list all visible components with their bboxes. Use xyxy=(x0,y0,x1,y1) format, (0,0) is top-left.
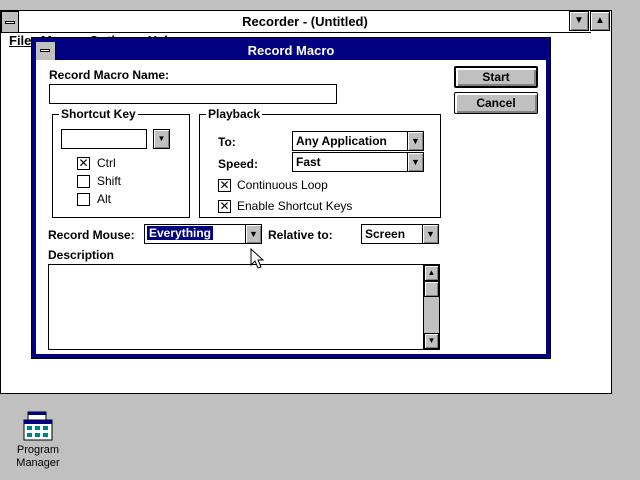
shortcut-key-title: Shortcut Key xyxy=(59,107,138,121)
scroll-up-icon[interactable]: ▲ xyxy=(424,265,439,281)
relative-to-label: Relative to: xyxy=(268,228,333,242)
to-dropdown-icon[interactable]: ▼ xyxy=(407,132,423,150)
macro-name-label: Record Macro Name: xyxy=(49,68,170,82)
scroll-down-icon[interactable]: ▼ xyxy=(424,333,439,349)
start-button[interactable]: Start xyxy=(454,66,538,88)
enable-shortcut-label: Enable Shortcut Keys xyxy=(237,199,353,213)
system-menu-icon[interactable] xyxy=(1,11,19,33)
shortcut-key-dropdown-icon[interactable]: ▼ xyxy=(153,129,170,149)
continuous-loop-checkbox[interactable]: ✕ xyxy=(218,179,231,192)
shift-checkbox[interactable] xyxy=(77,175,90,188)
speed-value: Fast xyxy=(296,155,321,169)
cancel-button[interactable]: Cancel xyxy=(454,92,538,114)
shortcut-key-group: Shortcut Key ▼ ✕ Ctrl Shift Alt xyxy=(52,107,190,218)
playback-group: Playback To: Any Application ▼ Speed: Fa… xyxy=(199,107,441,218)
record-mouse-combobox[interactable]: Everything ▼ xyxy=(144,224,262,244)
dialog-title: Record Macro xyxy=(36,42,546,60)
speed-dropdown-icon[interactable]: ▼ xyxy=(407,153,423,171)
ctrl-checkbox[interactable]: ✕ xyxy=(77,157,90,170)
ctrl-label: Ctrl xyxy=(97,156,116,170)
scroll-thumb[interactable] xyxy=(424,281,439,297)
continuous-loop-label: Continuous Loop xyxy=(237,178,328,192)
to-value: Any Application xyxy=(296,134,387,148)
relative-to-dropdown-icon[interactable]: ▼ xyxy=(422,225,438,243)
to-label: To: xyxy=(218,135,236,149)
mouse-cursor-icon xyxy=(250,247,265,273)
description-scrollbar[interactable]: ▲ ▼ xyxy=(423,265,439,349)
maximize-icon[interactable]: ▲ xyxy=(590,11,610,31)
alt-checkbox[interactable] xyxy=(77,193,90,206)
enable-shortcut-checkbox[interactable]: ✕ xyxy=(218,200,231,213)
shift-label: Shift xyxy=(97,174,122,188)
alt-label: Alt xyxy=(97,192,112,206)
shortcut-key-input[interactable] xyxy=(61,129,147,149)
description-textarea[interactable]: ▲ ▼ xyxy=(48,264,440,350)
record-mouse-dropdown-icon[interactable]: ▼ xyxy=(245,225,261,243)
recorder-title: Recorder - (Untitled) xyxy=(19,11,591,33)
menu-file[interactable]: File xyxy=(9,33,31,48)
record-macro-dialog: Record Macro Record Macro Name: Start Ca… xyxy=(31,37,551,359)
dialog-system-menu-icon[interactable] xyxy=(36,42,56,60)
program-manager-label: Program Manager xyxy=(16,444,60,469)
playback-title: Playback xyxy=(206,107,263,121)
description-label: Description xyxy=(48,248,115,262)
macro-name-input[interactable] xyxy=(49,84,337,104)
speed-combobox[interactable]: Fast ▼ xyxy=(292,152,424,172)
record-mouse-label: Record Mouse: xyxy=(48,228,135,242)
to-combobox[interactable]: Any Application ▼ xyxy=(292,131,424,151)
minimize-icon[interactable]: ▼ xyxy=(569,11,589,31)
program-manager-icon[interactable] xyxy=(22,410,54,442)
speed-label: Speed: xyxy=(218,157,259,171)
relative-to-combobox[interactable]: Screen ▼ xyxy=(361,224,439,244)
record-mouse-value: Everything xyxy=(145,225,215,241)
relative-to-value: Screen xyxy=(365,227,406,241)
